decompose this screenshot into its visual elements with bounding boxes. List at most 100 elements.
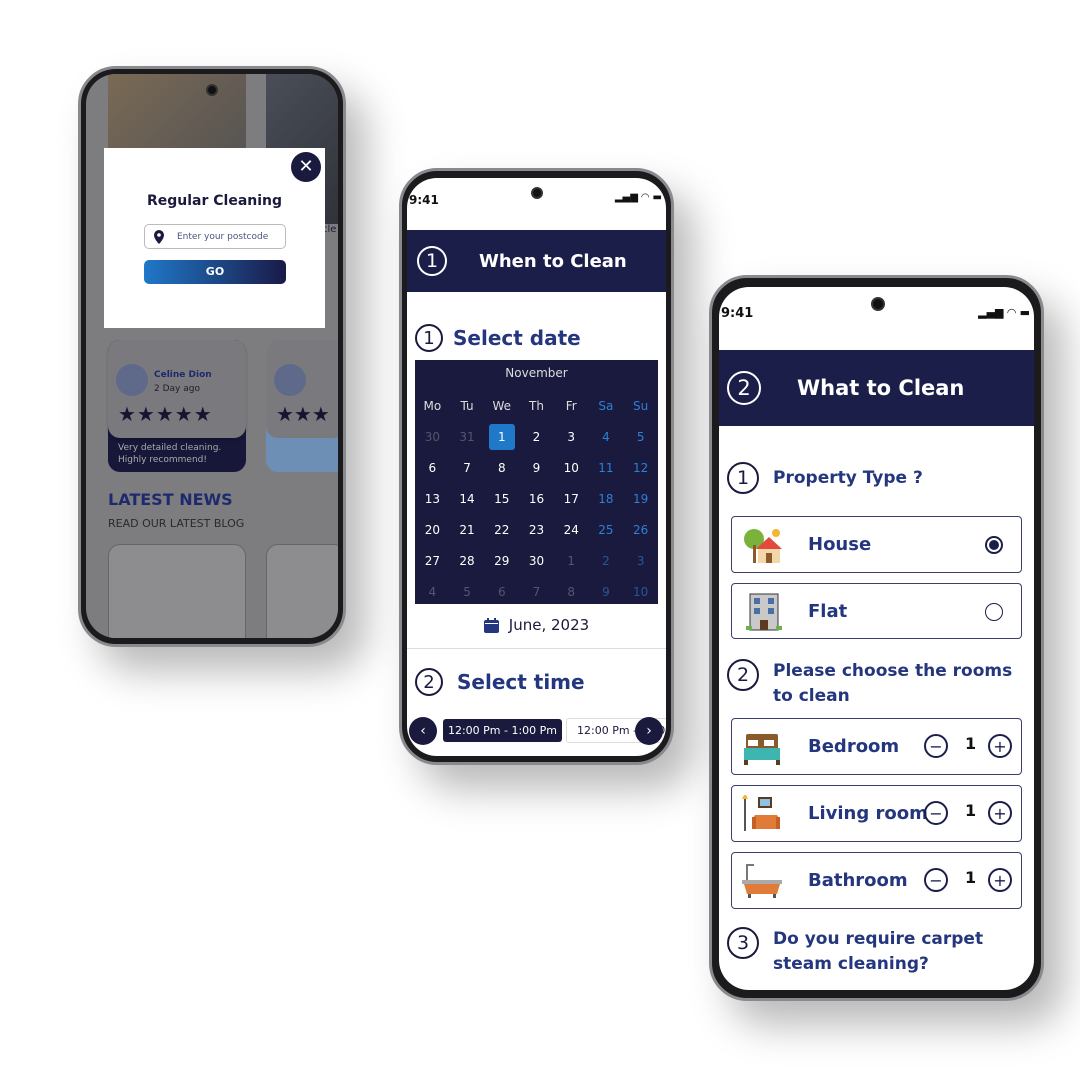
star-rating: ★★★★★: [118, 402, 213, 426]
calendar-day[interactable]: 19: [623, 483, 658, 514]
calendar: November Mo Tu We Th Fr Sa Su 30 31 1 2 3 4 5 6 7 8 9 10 11…: [415, 360, 658, 604]
sofa-icon: [742, 795, 780, 831]
room-row-bathroom: Bathroom −1 +: [731, 852, 1022, 909]
calendar-day[interactable]: 15: [484, 483, 519, 514]
chevron-left-icon: ‹: [420, 723, 426, 739]
increment-button[interactable]: +: [988, 801, 1012, 825]
select-date-heading: 1 Select date: [415, 324, 581, 352]
plus-icon: +: [993, 870, 1007, 890]
reviewer-name: Celine Dion: [154, 370, 212, 380]
calendar-day[interactable]: 12: [623, 452, 658, 483]
calendar-day[interactable]: 24: [554, 514, 589, 545]
next-button[interactable]: ›: [635, 717, 663, 745]
calendar-day[interactable]: 10: [623, 576, 658, 607]
property-option-house[interactable]: House: [731, 516, 1022, 573]
chevron-right-icon: ›: [646, 723, 652, 739]
calendar-day[interactable]: 18: [589, 483, 624, 514]
page-title: When to Clean: [479, 250, 627, 272]
calendar-day[interactable]: 16: [519, 483, 554, 514]
blog-image[interactable]: [266, 544, 338, 638]
calendar-day[interactable]: 4: [415, 576, 450, 607]
increment-button[interactable]: +: [988, 868, 1012, 892]
minus-icon: −: [929, 803, 943, 823]
calendar-day[interactable]: 13: [415, 483, 450, 514]
calendar-day[interactable]: 3: [623, 545, 658, 576]
avatar: [116, 364, 148, 396]
calendar-day[interactable]: 14: [450, 483, 485, 514]
page-header: 2 What to Clean: [719, 350, 1034, 426]
calendar-day[interactable]: 29: [484, 545, 519, 576]
calendar-day[interactable]: 7: [519, 576, 554, 607]
calendar-day[interactable]: 2: [519, 421, 554, 452]
modal-title: Regular Cleaning: [146, 193, 283, 209]
weekday-label: Fr: [565, 398, 577, 413]
calendar-day[interactable]: 23: [519, 514, 554, 545]
month-year-picker[interactable]: June, 2023: [407, 616, 666, 634]
calendar-day[interactable]: 6: [415, 452, 450, 483]
calendar-day[interactable]: 17: [554, 483, 589, 514]
calendar-day[interactable]: 6: [484, 576, 519, 607]
calendar-day[interactable]: 1: [554, 545, 589, 576]
status-icons: ▂▄▆ ◠ ▬: [978, 306, 1030, 319]
go-button[interactable]: GO: [144, 260, 286, 284]
room-count: 1: [965, 801, 977, 820]
radio-unselected[interactable]: [985, 603, 1003, 621]
postcode-input[interactable]: Enter your postcode: [144, 224, 286, 249]
calendar-day[interactable]: 26: [623, 514, 658, 545]
review-card: Celine Dion 2 Day ago ★★★★★ Very detaile…: [108, 340, 246, 472]
time-slot-selected[interactable]: 12:00 Pm - 1:00 Pm: [443, 719, 562, 742]
weekday-label: We: [492, 398, 512, 413]
calendar-icon: [483, 617, 499, 633]
calendar-day[interactable]: 4: [589, 421, 624, 452]
close-icon: ✕: [298, 156, 314, 177]
phone-2-screen: 9:41 ▂▄▆ ◠ ▬ 1 When to Clean 1 Select da…: [407, 178, 666, 756]
status-icons: ▂▄▆ ◠ ▬: [614, 192, 662, 203]
prev-button[interactable]: ‹: [409, 717, 437, 745]
weekday-label: Sa: [598, 398, 614, 413]
step-number: 1: [417, 246, 447, 276]
carpet-heading: 3 Do you require carpet steam cleaning?: [727, 927, 1003, 977]
bathtub-icon: [742, 864, 782, 898]
radio-selected[interactable]: [985, 536, 1003, 554]
calendar-month: November: [505, 366, 568, 380]
news-subtitle: READ OUR LATEST BLOG: [108, 517, 245, 530]
calendar-day[interactable]: 30: [415, 421, 450, 452]
calendar-day[interactable]: 11: [589, 452, 624, 483]
calendar-day[interactable]: 9: [519, 452, 554, 483]
room-row-bedroom: Bedroom −1 +: [731, 718, 1022, 775]
calendar-day[interactable]: 8: [484, 452, 519, 483]
calendar-day[interactable]: 10: [554, 452, 589, 483]
calendar-day[interactable]: 27: [415, 545, 450, 576]
calendar-day[interactable]: 30: [519, 545, 554, 576]
decrement-button[interactable]: −: [924, 734, 948, 758]
property-option-flat[interactable]: Flat: [731, 583, 1022, 639]
minus-icon: −: [929, 870, 943, 890]
phone-3-screen: 9:41 ▂▄▆ ◠ ▬ 2 What to Clean 1 Property …: [719, 287, 1034, 990]
decrement-button[interactable]: −: [924, 868, 948, 892]
calendar-day[interactable]: 8: [554, 576, 589, 607]
calendar-day[interactable]: 28: [450, 545, 485, 576]
calendar-day-selected[interactable]: 1: [484, 421, 519, 452]
calendar-day[interactable]: 21: [450, 514, 485, 545]
calendar-day[interactable]: 9: [589, 576, 624, 607]
calendar-day[interactable]: 20: [415, 514, 450, 545]
increment-button[interactable]: +: [988, 734, 1012, 758]
calendar-day[interactable]: 2: [589, 545, 624, 576]
calendar-day[interactable]: 3: [554, 421, 589, 452]
calendar-day[interactable]: 5: [623, 421, 658, 452]
close-button[interactable]: ✕: [291, 152, 321, 182]
calendar-day[interactable]: 25: [589, 514, 624, 545]
weekday-label: Mo: [423, 398, 442, 413]
status-time: 9:41: [721, 306, 754, 321]
calendar-day[interactable]: 7: [450, 452, 485, 483]
calendar-day[interactable]: 22: [484, 514, 519, 545]
calendar-day[interactable]: 5: [450, 576, 485, 607]
page-header: 1 When to Clean: [407, 230, 666, 292]
calendar-day[interactable]: 31: [450, 421, 485, 452]
review-text: Very detailed cleaning. Highly recommend…: [118, 443, 222, 465]
blog-image[interactable]: [108, 544, 246, 638]
room-count: 1: [965, 734, 977, 753]
divider: [407, 648, 666, 649]
decrement-button[interactable]: −: [924, 801, 948, 825]
property-type-heading: 1 Property Type ?: [727, 462, 923, 494]
